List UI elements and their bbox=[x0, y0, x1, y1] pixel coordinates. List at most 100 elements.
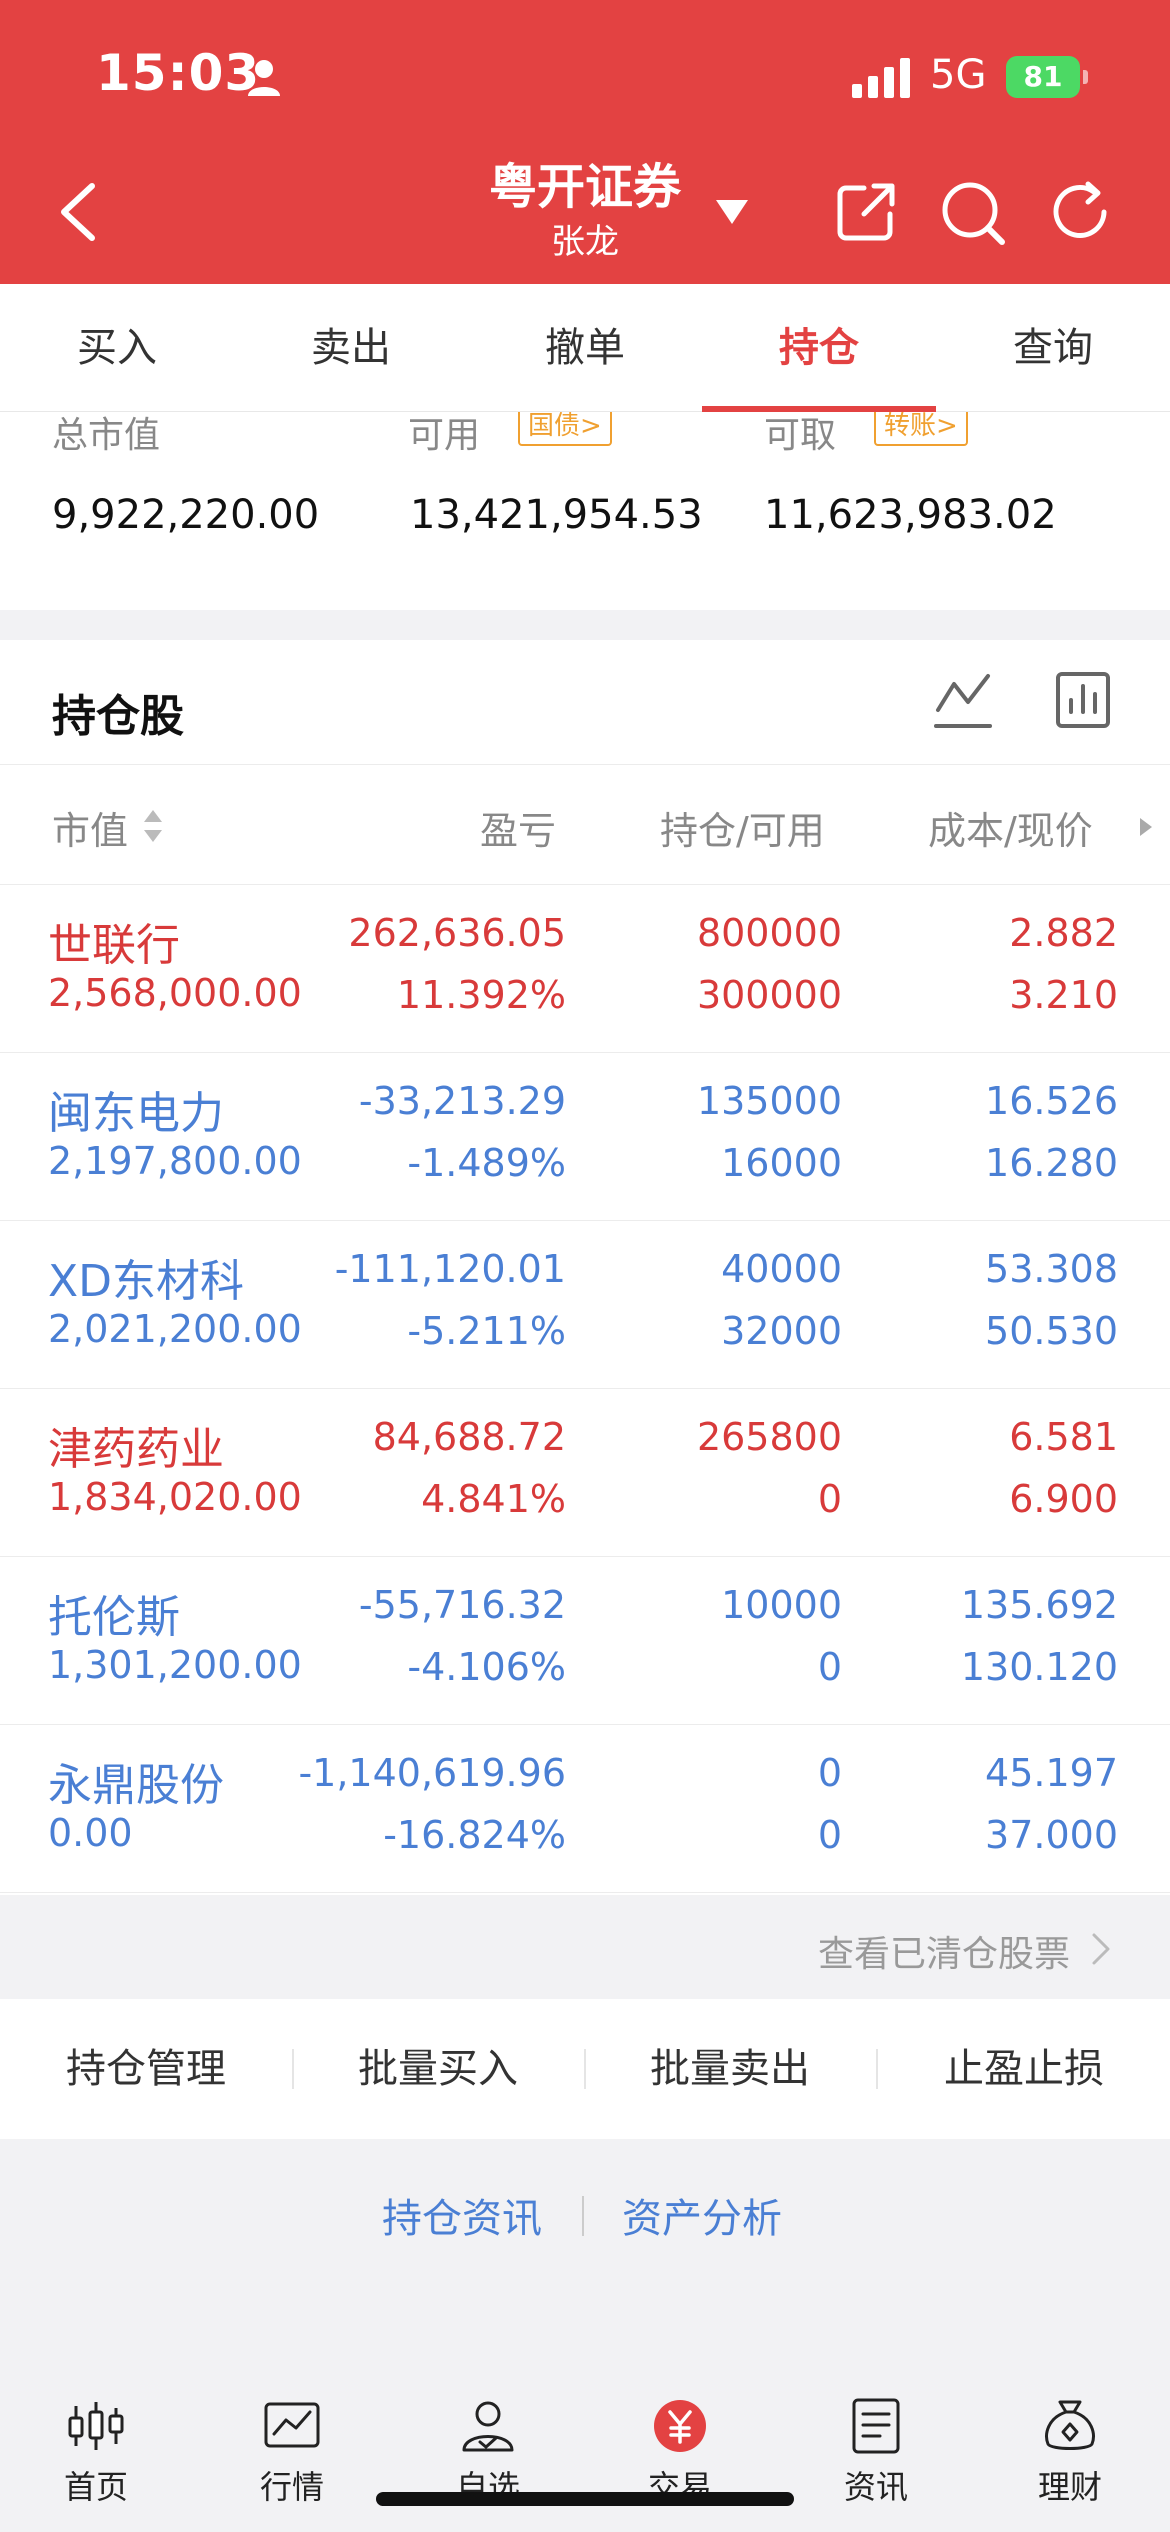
cleared-stocks-link[interactable]: 查看已清仓股票 bbox=[0, 1895, 1170, 1999]
cleared-stocks-label: 查看已清仓股票 bbox=[817, 1934, 1070, 1975]
position-qty: 0 bbox=[817, 1751, 842, 1795]
news-document-icon bbox=[852, 2398, 900, 2454]
stock-name: 永鼎股份 bbox=[48, 1760, 224, 1811]
stock-name: XD东材科 bbox=[48, 1256, 245, 1307]
withdrawable-value: 11,623,983.02 bbox=[764, 492, 1057, 538]
current-price: 3.210 bbox=[1009, 973, 1118, 1017]
pnl-percent: -16.824% bbox=[383, 1813, 566, 1857]
yuan-coin-icon bbox=[654, 2400, 706, 2452]
manage-positions-button[interactable]: 持仓管理 bbox=[0, 1999, 292, 2139]
available-qty: 16000 bbox=[721, 1141, 842, 1185]
market-value: 2,021,200.00 bbox=[48, 1307, 302, 1351]
tabbar-home[interactable]: 首页 bbox=[16, 2398, 176, 2508]
available-qty: 0 bbox=[817, 1813, 842, 1857]
market-value: 1,834,020.00 bbox=[48, 1475, 302, 1519]
divider bbox=[582, 2196, 584, 2236]
column-cost-price: 成本/现价 bbox=[928, 809, 1093, 853]
cost-price: 16.526 bbox=[985, 1079, 1118, 1123]
cost-price: 53.308 bbox=[985, 1247, 1118, 1291]
available-qty: 32000 bbox=[721, 1309, 842, 1353]
pnl-percent: 11.392% bbox=[396, 973, 566, 1017]
user-watchlist-icon bbox=[462, 2401, 514, 2452]
tab-sell[interactable]: 卖出 bbox=[234, 284, 468, 412]
scroll-right-icon[interactable] bbox=[1138, 816, 1154, 838]
account-name: 张龙 bbox=[551, 222, 619, 262]
tabbar-label: 首页 bbox=[63, 2468, 128, 2506]
app-header: 15:03 5G 81 粤开证券 张龙 bbox=[0, 0, 1170, 284]
market-value: 2,197,800.00 bbox=[48, 1139, 302, 1183]
position-qty: 10000 bbox=[721, 1583, 842, 1627]
stock-name: 世联行 bbox=[48, 920, 180, 971]
battery-percent: 81 bbox=[1023, 60, 1063, 93]
tabbar-news[interactable]: 资讯 bbox=[796, 2398, 956, 2508]
position-qty: 800000 bbox=[696, 911, 842, 955]
available-label: 可用 bbox=[408, 415, 481, 456]
info-links: 持仓资讯 资产分析 bbox=[0, 2170, 1170, 2260]
battery-indicator: 81 bbox=[1006, 56, 1088, 98]
pnl-percent: -5.211% bbox=[407, 1309, 566, 1353]
tab-query[interactable]: 查询 bbox=[936, 284, 1170, 412]
person-icon bbox=[248, 60, 280, 96]
holding-row[interactable]: XD东材科 2,021,200.00 -111,120.01 -5.211% 40000… bbox=[0, 1221, 1170, 1389]
transfer-tag[interactable]: 转账> bbox=[874, 412, 968, 446]
tabbar-finance[interactable]: 理财 bbox=[990, 2398, 1150, 2508]
holding-row[interactable]: 永鼎股份 0.00 -1,140,619.96 -16.824% 0 0 45.197 37.… bbox=[0, 1725, 1170, 1893]
status-time: 15:03 bbox=[96, 44, 261, 102]
tabbar-label: 理财 bbox=[1037, 2468, 1102, 2506]
tab-cancel[interactable]: 撤单 bbox=[468, 284, 702, 412]
refresh-icon[interactable] bbox=[1048, 180, 1112, 244]
stock-name: 闽东电力 bbox=[48, 1088, 224, 1139]
position-qty: 135000 bbox=[696, 1079, 842, 1123]
holdings-panel: 持仓股 市值 盈亏 持仓/可用 成本/现价 世联行 2,568,000.00 262… bbox=[0, 640, 1170, 1895]
treasury-bond-tag[interactable]: 国债> bbox=[518, 412, 612, 446]
current-price: 6.900 bbox=[1009, 1477, 1118, 1521]
tab-buy[interactable]: 买入 bbox=[0, 284, 234, 412]
search-icon[interactable] bbox=[940, 180, 1006, 246]
tab-positions[interactable]: 持仓 bbox=[702, 284, 936, 412]
tabbar-label: 资讯 bbox=[843, 2468, 908, 2506]
pnl-amount: -1,140,619.96 bbox=[298, 1751, 566, 1795]
batch-buy-button[interactable]: 批量买入 bbox=[292, 1999, 584, 2139]
share-icon[interactable] bbox=[834, 180, 898, 244]
network-type: 5G bbox=[930, 52, 987, 98]
current-price: 130.120 bbox=[960, 1645, 1118, 1689]
status-bar: 15:03 5G 81 bbox=[0, 0, 1170, 150]
position-news-link[interactable]: 持仓资讯 bbox=[382, 2186, 542, 2244]
bottom-tab-bar: 首页 行情 自选 交易 资讯 理财 bbox=[0, 2370, 1170, 2532]
holding-row[interactable]: 世联行 2,568,000.00 262,636.05 11.392% 800000 30… bbox=[0, 885, 1170, 1053]
asset-analysis-link[interactable]: 资产分析 bbox=[622, 2186, 782, 2244]
market-value: 2,568,000.00 bbox=[48, 971, 302, 1015]
tabbar-market[interactable]: 行情 bbox=[212, 2398, 372, 2508]
holding-row[interactable]: 津药药业 1,834,020.00 84,688.72 4.841% 265800 0 6.… bbox=[0, 1389, 1170, 1557]
market-value-label: 总市值 bbox=[52, 415, 161, 456]
cost-price: 45.197 bbox=[985, 1751, 1118, 1795]
cost-price: 135.692 bbox=[960, 1583, 1118, 1627]
sort-icon[interactable] bbox=[142, 806, 164, 846]
stop-profit-loss-button[interactable]: 止盈止损 bbox=[878, 1999, 1170, 2139]
caret-down-icon[interactable] bbox=[712, 196, 752, 226]
column-market-value[interactable]: 市值 bbox=[52, 800, 128, 855]
available-qty: 0 bbox=[817, 1477, 842, 1521]
account-summary: 总市值 可用 国债> 可取 转账> 9,922,220.00 13,421,95… bbox=[0, 412, 1170, 610]
position-qty: 40000 bbox=[721, 1247, 842, 1291]
signal-icon bbox=[852, 58, 910, 98]
column-position: 持仓/可用 bbox=[660, 809, 825, 853]
trend-chart-icon[interactable] bbox=[934, 670, 992, 732]
back-icon[interactable] bbox=[54, 180, 104, 244]
bar-chart-icon[interactable] bbox=[1056, 672, 1110, 728]
pnl-amount: 84,688.72 bbox=[372, 1415, 566, 1459]
current-price: 37.000 bbox=[985, 1813, 1118, 1857]
market-value: 1,301,200.00 bbox=[48, 1643, 302, 1687]
market-chart-icon bbox=[264, 2402, 320, 2448]
pnl-amount: -111,120.01 bbox=[334, 1247, 566, 1291]
stock-name: 津药药业 bbox=[48, 1424, 224, 1475]
trade-tabs: 买入 卖出 撤单 持仓 查询 bbox=[0, 284, 1170, 412]
pnl-amount: 262,636.05 bbox=[348, 911, 566, 955]
current-price: 50.530 bbox=[985, 1309, 1118, 1353]
batch-sell-button[interactable]: 批量卖出 bbox=[584, 1999, 876, 2139]
cost-price: 6.581 bbox=[1009, 1415, 1118, 1459]
pnl-amount: -33,213.29 bbox=[358, 1079, 566, 1123]
holdings-title: 持仓股 bbox=[52, 691, 184, 742]
holding-row[interactable]: 托伦斯 1,301,200.00 -55,716.32 -4.106% 10000 0 13… bbox=[0, 1557, 1170, 1725]
holding-row[interactable]: 闽东电力 2,197,800.00 -33,213.29 -1.489% 135000 1… bbox=[0, 1053, 1170, 1221]
